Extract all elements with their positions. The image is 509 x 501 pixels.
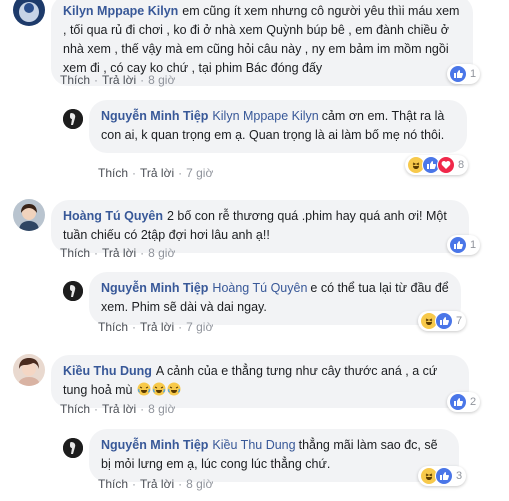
avatar[interactable] <box>13 354 45 386</box>
like-icon <box>449 236 467 254</box>
comment-time[interactable]: 8 giờ <box>148 73 175 87</box>
avatar[interactable] <box>13 199 45 231</box>
reply-link[interactable]: Trả lời <box>140 166 174 180</box>
comment-actions: Thích · Trả lời · 8 giờ <box>60 402 176 416</box>
reaction-summary[interactable]: 8 <box>405 155 469 175</box>
comment-actions: Thích · Trả lời · 8 giờ <box>60 73 176 87</box>
avatar[interactable] <box>63 281 83 301</box>
avatar[interactable] <box>63 438 83 458</box>
reaction-summary[interactable]: 1 <box>447 235 481 255</box>
reaction-count: 7 <box>456 315 463 327</box>
like-icon <box>449 393 467 411</box>
reaction-count: 3 <box>456 470 463 482</box>
avatar[interactable] <box>63 109 83 129</box>
reaction-summary[interactable]: 1 <box>447 64 481 84</box>
avatar[interactable] <box>13 0 45 26</box>
mention-link[interactable]: Kiều Thu Dung <box>212 438 295 452</box>
mention-link[interactable]: Hoàng Tú Quyên <box>212 281 307 295</box>
reply-link[interactable]: Trả lời <box>140 477 174 491</box>
comment-author[interactable]: Nguyễn Minh Tiệp <box>101 281 208 295</box>
comment-time[interactable]: 7 giờ <box>186 320 213 334</box>
reply-link[interactable]: Trả lời <box>102 246 136 260</box>
comment-author[interactable]: Nguyễn Minh Tiệp <box>101 109 208 123</box>
reaction-count: 1 <box>470 68 477 80</box>
comment-bubble: Nguyễn Minh Tiệp Kiều Thu Dung thẳng mãi l… <box>89 429 459 482</box>
crying-laughing-emoji <box>151 382 166 397</box>
comment-time[interactable]: 8 giờ <box>148 402 175 416</box>
comment-author[interactable]: Kiều Thu Dung <box>63 364 152 378</box>
like-icon <box>435 467 453 485</box>
like-link[interactable]: Thích <box>60 246 90 260</box>
reaction-count: 2 <box>470 396 477 408</box>
comment-author[interactable]: Nguyễn Minh Tiệp <box>101 438 208 452</box>
crying-laughing-emoji <box>166 382 181 397</box>
comment-time[interactable]: 7 giờ <box>186 166 213 180</box>
like-icon <box>449 65 467 83</box>
comment-time[interactable]: 8 giờ <box>186 477 213 491</box>
reply-link[interactable]: Trả lời <box>102 73 136 87</box>
like-link[interactable]: Thích <box>98 166 128 180</box>
comment-actions: Thích · Trả lời · 7 giờ <box>98 320 214 334</box>
crying-laughing-emoji <box>136 382 151 397</box>
like-link[interactable]: Thích <box>60 402 90 416</box>
like-link[interactable]: Thích <box>60 73 90 87</box>
like-link[interactable]: Thích <box>98 320 128 334</box>
reply-link[interactable]: Trả lời <box>102 402 136 416</box>
like-icon <box>435 312 453 330</box>
reaction-count: 8 <box>458 159 465 171</box>
like-link[interactable]: Thích <box>98 477 128 491</box>
reaction-summary[interactable]: 7 <box>418 311 467 331</box>
reaction-summary[interactable]: 3 <box>418 466 467 486</box>
heart-icon <box>437 156 455 174</box>
comment-author[interactable]: Hoàng Tú Quyên <box>63 209 163 223</box>
reply-link[interactable]: Trả lời <box>140 320 174 334</box>
comment-author[interactable]: Kilyn Mppape Kilyn <box>63 4 178 18</box>
comment-actions: Thích · Trả lời · 7 giờ <box>98 166 214 180</box>
comment-bubble: Kiều Thu Dung A cảnh của e thẳng tưng như… <box>51 355 469 408</box>
comment-actions: Thích · Trả lời · 8 giờ <box>60 246 176 260</box>
reaction-count: 1 <box>470 239 477 251</box>
comment-bubble: Nguyễn Minh Tiệp Kilyn Mppape Kilyn cảm ơn… <box>89 100 467 153</box>
comment-bubble: Nguyễn Minh Tiệp Hoàng Tú Quyên e có thể t… <box>89 272 461 325</box>
comment-actions: Thích · Trả lời · 8 giờ <box>98 477 214 491</box>
mention-link[interactable]: Kilyn Mppape Kilyn <box>212 109 318 123</box>
reaction-summary[interactable]: 2 <box>447 392 481 412</box>
comment-time[interactable]: 8 giờ <box>148 246 175 260</box>
